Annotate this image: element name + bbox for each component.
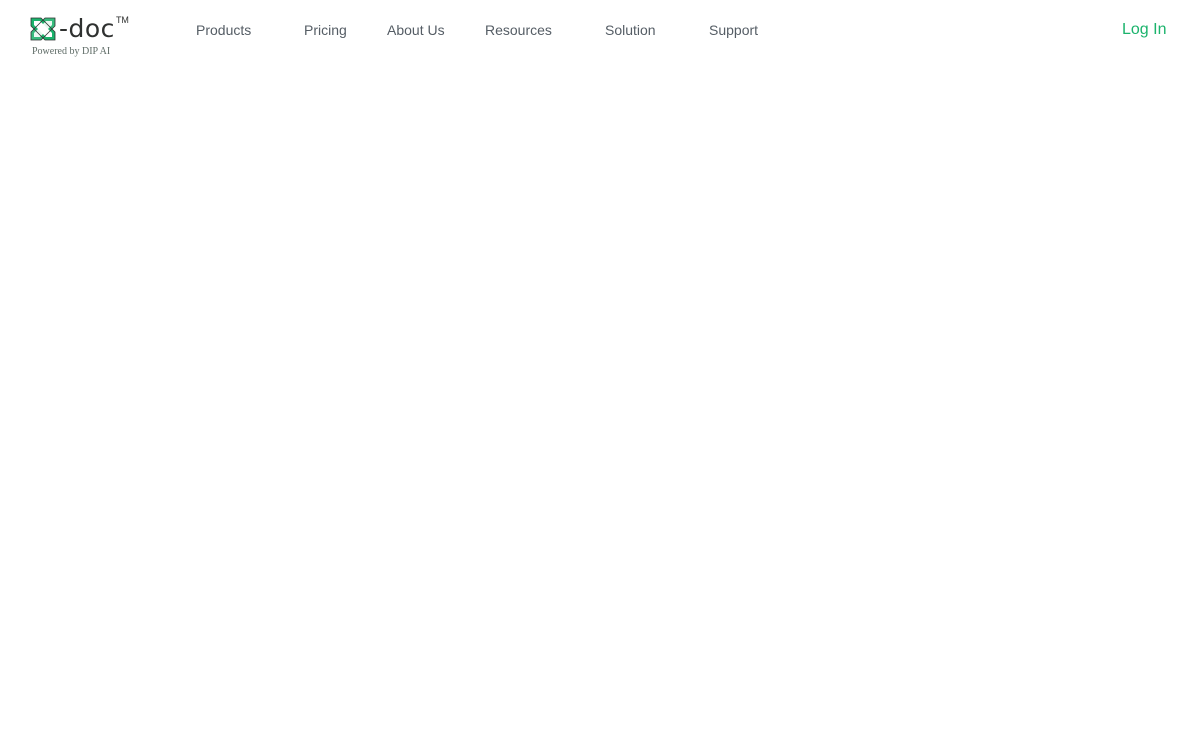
brand-row: -doc TM xyxy=(28,14,138,44)
nav-item-solution[interactable]: Solution xyxy=(605,21,656,39)
log-in-link[interactable]: Log In xyxy=(1122,20,1166,40)
nav-item-pricing[interactable]: Pricing xyxy=(304,21,347,39)
brand-logo[interactable]: -doc TM Powered by DIP AI xyxy=(28,14,138,62)
nav-item-about-us[interactable]: About Us xyxy=(387,21,445,39)
nav-item-resources[interactable]: Resources xyxy=(485,21,552,39)
top-navigation-bar: -doc TM Powered by DIP AI Products Prici… xyxy=(0,0,1200,62)
nav-item-support[interactable]: Support xyxy=(709,21,758,39)
brand-tagline: Powered by DIP AI xyxy=(32,46,111,57)
nav-item-products[interactable]: Products xyxy=(196,21,251,39)
page: -doc TM Powered by DIP AI Products Prici… xyxy=(0,0,1200,750)
brand-wordmark: -doc xyxy=(59,14,115,43)
s-doc-logo-icon xyxy=(30,17,56,41)
trademark-mark: TM xyxy=(115,15,129,25)
main-content xyxy=(0,62,1200,750)
